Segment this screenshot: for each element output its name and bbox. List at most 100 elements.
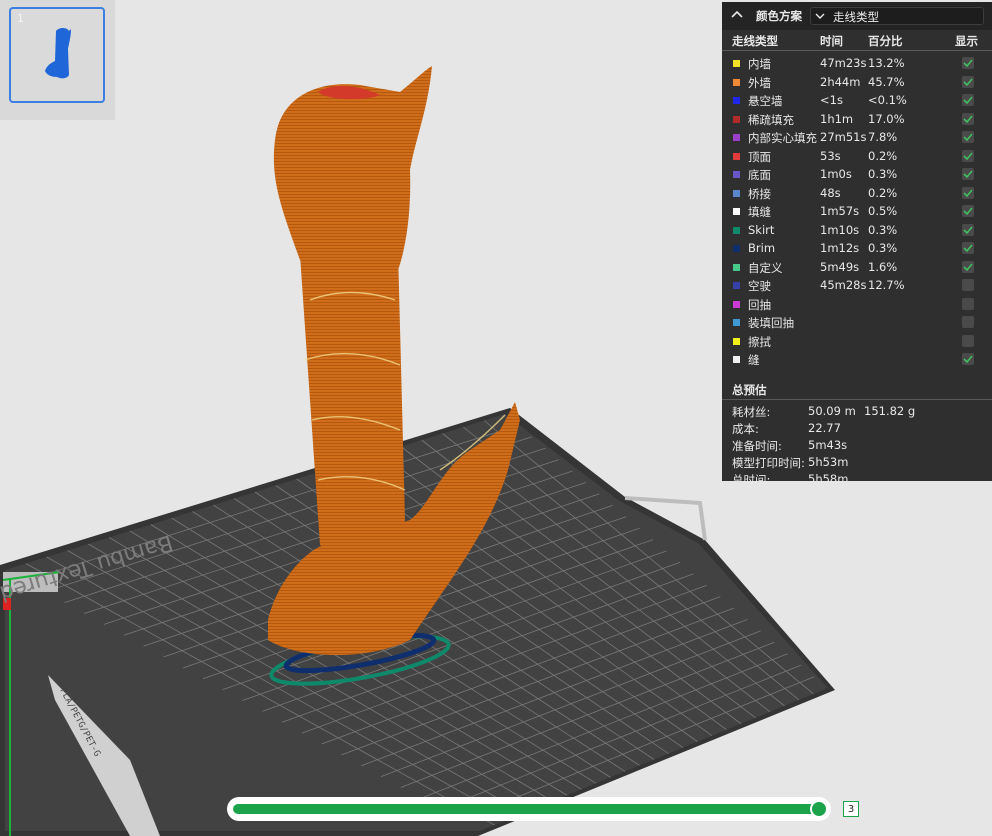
legend-row: 擦拭 (722, 332, 992, 351)
summary-label: 总时间: (732, 472, 771, 487)
chevron-up-icon[interactable] (730, 8, 744, 22)
display-checkbox[interactable] (962, 149, 974, 162)
feature-name: 回抽 (748, 297, 771, 312)
display-checkbox[interactable] (962, 57, 974, 69)
legend-row: 底面 1m0s 0.3% (722, 165, 992, 184)
summary-row: 模型打印时间: 5h53m (722, 453, 992, 470)
color-swatch (733, 208, 740, 215)
color-swatch (733, 60, 740, 67)
display-checkbox[interactable] (962, 316, 974, 328)
check-icon (963, 77, 973, 86)
display-checkbox[interactable] (962, 94, 974, 106)
feature-name: 稀疏填充 (748, 112, 794, 127)
legend-row: 内部实心填充 27m51s 7.8% (722, 128, 992, 147)
color-swatch (733, 319, 740, 326)
check-icon (963, 151, 973, 160)
feature-time: 5m49s (820, 259, 860, 274)
feature-percent: 0.3% (868, 167, 898, 181)
display-checkbox[interactable] (962, 131, 974, 143)
feature-percent: 0.2% (868, 185, 898, 200)
display-checkbox[interactable] (962, 279, 974, 291)
color-swatch (733, 134, 740, 141)
feature-percent: 45.7% (868, 74, 905, 89)
feature-percent: <0.1% (868, 93, 907, 107)
legend-row: 桥接 48s 0.2% (722, 184, 992, 203)
check-icon (963, 244, 973, 253)
feature-percent: 13.2% (868, 56, 905, 70)
display-checkbox[interactable] (962, 242, 974, 254)
layer-slider-track[interactable] (227, 797, 831, 821)
feature-name: 缝 (748, 353, 760, 367)
feature-time: 1m12s (820, 241, 860, 255)
layer-slider-handle[interactable] (810, 800, 829, 818)
legend-title: 颜色方案 (756, 9, 802, 23)
col-type: 走线类型 (732, 34, 778, 48)
color-scheme-value: 走线类型 (833, 10, 879, 24)
color-swatch (733, 189, 740, 197)
summary-row: 准备时间: 5m43s (722, 436, 992, 453)
color-swatch (733, 356, 740, 363)
check-icon (963, 207, 973, 216)
color-swatch (733, 226, 740, 234)
feature-percent: 1.6% (868, 259, 898, 274)
check-icon (963, 59, 973, 68)
display-checkbox[interactable] (962, 353, 974, 365)
color-swatch (733, 337, 740, 345)
check-icon (963, 188, 973, 197)
feature-percent: 0.3% (868, 241, 898, 255)
chevron-down-icon (815, 13, 825, 19)
color-scheme-select[interactable]: 走线类型 (810, 7, 984, 25)
legend-column-headers: 走线类型 时间 百分比 显示 (722, 33, 992, 51)
legend-row: 回抽 (722, 295, 992, 314)
col-percent: 百分比 (868, 34, 903, 48)
display-checkbox[interactable] (962, 168, 974, 180)
feature-time: 48s (820, 185, 841, 200)
feature-time: <1s (820, 93, 843, 107)
feature-name: 桥接 (748, 186, 771, 201)
feature-time: 1m0s (820, 167, 852, 181)
legend-row: 内墙 47m23s 13.2% (722, 54, 992, 73)
legend-row: 缝 (722, 350, 992, 369)
legend-row: 顶面 53s 0.2% (722, 147, 992, 166)
feature-time: 53s (820, 148, 841, 163)
feature-name: 装填回抽 (748, 316, 794, 330)
summary-row: 成本: 22.77 (722, 419, 992, 436)
display-checkbox[interactable] (962, 112, 974, 125)
color-swatch (733, 171, 740, 178)
color-swatch (733, 97, 740, 104)
feature-time: 45m28s (820, 278, 867, 292)
check-icon (963, 355, 973, 364)
col-time: 时间 (820, 34, 843, 48)
feature-time: 1m57s (820, 204, 860, 218)
display-checkbox[interactable] (962, 223, 974, 236)
legend-row: 空驶 45m28s 12.7% (722, 276, 992, 295)
legend-row: 稀疏填充 1h1m 17.0% (722, 110, 992, 129)
summary-label: 模型打印时间: (732, 455, 805, 470)
color-swatch (733, 152, 740, 160)
display-checkbox[interactable] (962, 205, 974, 217)
feature-percent: 12.7% (868, 278, 905, 292)
summary-value-2: 151.82 g (864, 403, 916, 418)
color-swatch (733, 245, 740, 252)
feature-name: 内墙 (748, 57, 771, 71)
summary-value: 5h58m (808, 471, 849, 486)
check-icon (963, 114, 973, 123)
feature-time: 1h1m (820, 111, 854, 126)
plate-thumbnail-panel: 1 (0, 0, 115, 120)
display-checkbox[interactable] (962, 75, 974, 88)
display-checkbox[interactable] (962, 260, 974, 273)
summary-title: 总预估 (732, 382, 767, 397)
feature-name: 顶面 (748, 149, 771, 164)
summary-value: 5m43s (808, 437, 848, 452)
display-checkbox[interactable] (962, 334, 974, 347)
summary-label: 准备时间: (732, 438, 782, 453)
display-checkbox[interactable] (962, 297, 974, 310)
col-display: 显示 (955, 34, 978, 48)
legend-panel: 颜色方案 走线类型 走线类型 时间 百分比 显示 内墙 47m23s 13.2% 外墙… (722, 2, 992, 487)
feature-percent: 0.2% (868, 148, 898, 163)
feature-time: 47m23s (820, 56, 867, 70)
display-checkbox[interactable] (962, 186, 974, 199)
summary-row: 耗材丝: 50.09 m 151.82 g (722, 402, 992, 419)
legend-row: 悬空墙 <1s <0.1% (722, 91, 992, 110)
plate-thumbnail[interactable]: 1 (9, 7, 105, 103)
